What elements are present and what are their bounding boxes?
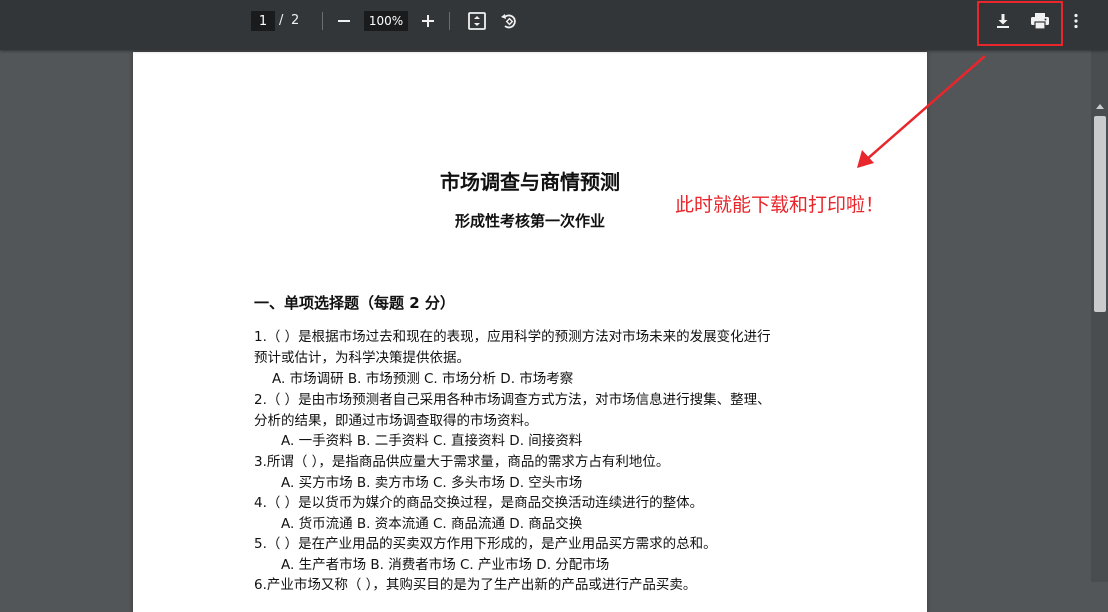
rotate-button[interactable] [496,8,522,34]
answer-options: A. 一手资料 B. 二手资料 C. 直接资料 D. 间接资料 [281,433,583,449]
pdf-page: 市场调查与商情预测 形成性考核第一次作业 一、单项选择题（每题 2 分） 1.（… [133,52,927,612]
scroll-up-arrow-icon[interactable] [1096,104,1104,109]
fit-page-icon [468,12,486,30]
page-number-input[interactable] [251,11,275,31]
minus-icon [338,20,350,22]
zoom-out-button[interactable] [331,8,357,34]
print-button[interactable] [1027,8,1053,34]
print-icon [1031,13,1049,30]
download-button[interactable] [990,8,1016,34]
question-line: 1.（ ）是根据市场过去和现在的表现，应用科学的预测方法对市场未来的发展变化进行 [254,329,771,345]
answer-options: A. 市场调研 B. 市场预测 C. 市场分析 D. 市场考察 [272,371,574,387]
question-line: 预计或估计，为科学决策提供依据。 [254,350,470,366]
fit-to-page-button[interactable] [464,8,490,34]
pdf-toolbar: / 2 [0,0,1108,50]
answer-options: A. 生产者市场 B. 消费者市场 C. 产业市场 D. 分配市场 [281,557,610,573]
rotate-icon [501,14,516,29]
vertical-scrollbar[interactable] [1091,50,1108,582]
scrollbar-thumb[interactable] [1094,116,1106,312]
download-icon [997,14,1009,28]
more-options-button[interactable] [1063,8,1089,34]
more-vert-icon [1074,13,1078,29]
question-line: 2.（ ）是由市场预测者自己采用各种市场调查方式方法，对市场信息进行搜集、整理、 [254,392,771,408]
question-line: 6.产业市场又称（ ），其购买目的是为了生产出新的产品或进行产品买卖。 [254,577,697,593]
toolbar-divider [322,12,323,30]
question-line: 5.（ ）是在产业用品的买卖双方作用下形成的，是产业用品买方需求的总和。 [254,536,717,552]
zoom-input[interactable] [364,11,408,31]
plus-icon [422,15,434,27]
question-line: 3.所谓（ ），是指商品供应量大于需求量，商品的需求方占有利地位。 [254,454,670,470]
annotation-text: 此时就能下载和打印啦！ [675,194,885,216]
page-separator: / [279,13,284,28]
question-line: 4.（ ）是以货币为媒介的商品交换过程，是商品交换活动连续进行的整体。 [254,495,704,511]
answer-options: A. 货币流通 B. 资本流通 C. 商品流通 D. 商品交换 [281,516,583,532]
toolbar-divider [449,12,450,30]
answer-options: A. 买方市场 B. 卖方市场 C. 多头市场 D. 空头市场 [281,475,583,491]
section-heading: 一、单项选择题（每题 2 分） [254,294,455,312]
question-line: 分析的结果，即通过市场调查取得的市场资料。 [254,413,538,429]
zoom-in-button[interactable] [415,8,441,34]
page-total: 2 [291,13,300,28]
